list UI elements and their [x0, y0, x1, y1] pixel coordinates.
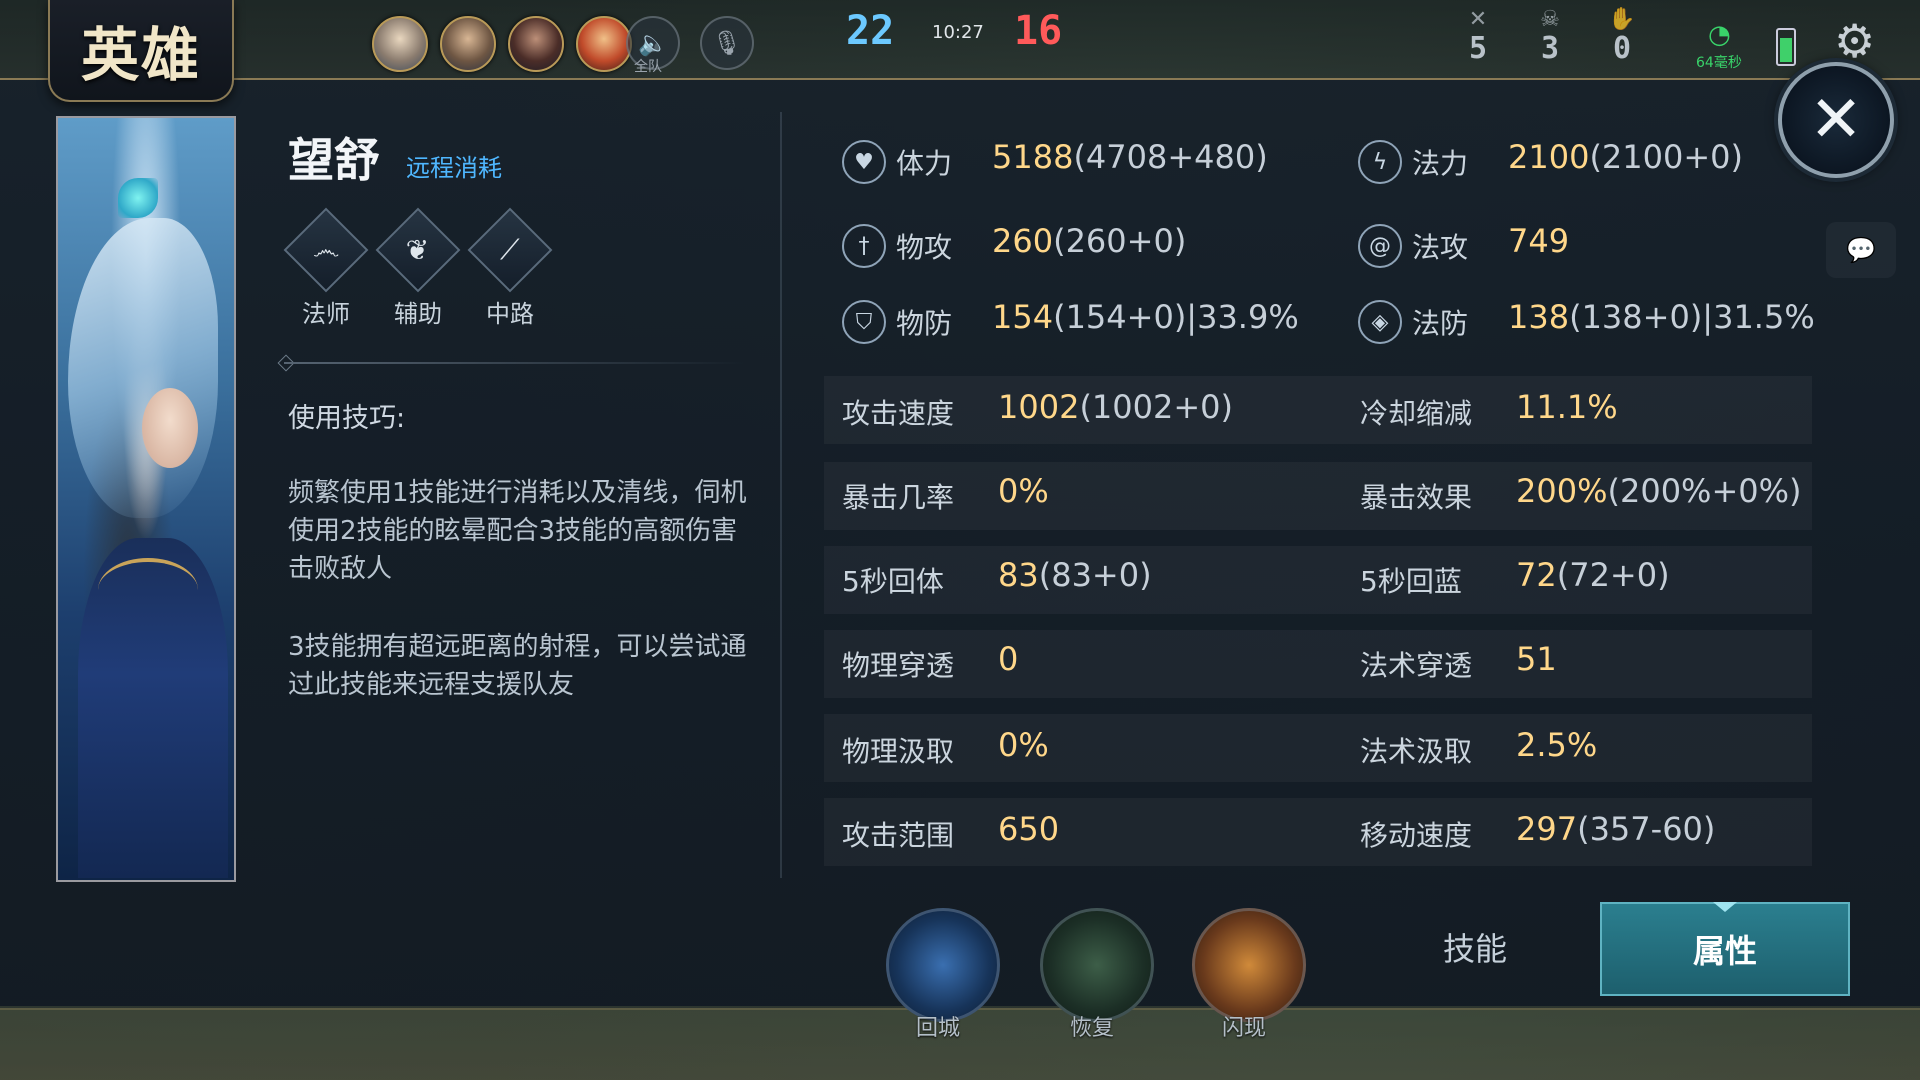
stat-label: 5秒回体	[842, 565, 944, 598]
stat-row	[824, 376, 1812, 444]
heart-icon: ♥	[842, 140, 886, 184]
stat-value: 51	[1516, 640, 1557, 678]
stat-label-hp: 体力	[896, 147, 953, 180]
stat-label-mana: 法力	[1412, 147, 1469, 180]
role-support: ❦ 辅助	[375, 207, 461, 329]
column-divider	[780, 112, 782, 878]
hero-roles: ෴ 法师 ❦ 辅助 ⟋ 中路	[283, 207, 553, 329]
top-hud: 🔈 全队 🎙 22 10:27 16 ✕ 5 ☠ 3 ✋ 0 ◔ 64毫秒 ⚙	[0, 0, 1920, 78]
stat-label: 攻击范围	[842, 819, 955, 852]
wifi-icon: ◔	[1708, 20, 1731, 50]
flash-skill-button[interactable]	[1192, 908, 1306, 1022]
support-icon: ❦	[375, 207, 461, 293]
hand-icon: ✋	[1608, 7, 1636, 32]
stat-label-magic-defense: 法防	[1412, 307, 1469, 340]
stat-label: 暴击几率	[842, 481, 955, 514]
hero-name: 望舒	[288, 133, 380, 187]
stat-value-magic-defense: 138(138+0)|31.5%	[1508, 298, 1815, 336]
tab-attributes[interactable]: 属性	[1600, 902, 1850, 996]
stat-value-hp: 5188(4708+480)	[992, 138, 1268, 176]
ally-portraits	[372, 16, 632, 72]
stat-label: 物理汲取	[842, 735, 955, 768]
recall-skill-button[interactable]	[886, 908, 1000, 1022]
stat-label-physical-defense: 物防	[896, 307, 953, 340]
panel-title-tab: 英雄	[48, 0, 234, 102]
game-timer: 10:27	[932, 22, 984, 43]
kills-stat: ✕ 5	[1460, 8, 1496, 66]
stat-value: 2.5%	[1516, 726, 1598, 764]
stat-value-physical-attack: 260(260+0)	[992, 222, 1187, 260]
stat-label: 物理穿透	[842, 649, 955, 682]
close-icon: ✕	[1809, 83, 1863, 157]
microphone-icon[interactable]: 🎙	[700, 16, 754, 70]
ally-avatar[interactable]	[372, 16, 428, 72]
stat-label: 暴击效果	[1360, 481, 1473, 514]
ally-avatar[interactable]	[440, 16, 496, 72]
team-score-red: 16	[1014, 8, 1063, 54]
lightning-icon: ϟ	[1358, 140, 1402, 184]
battery-icon	[1776, 28, 1796, 66]
stat-label: 移动速度	[1360, 819, 1473, 852]
ally-avatar[interactable]	[508, 16, 564, 72]
stat-label: 冷却缩减	[1360, 397, 1473, 430]
tip-paragraph: 频繁使用1技能进行消耗以及清线，伺机使用2技能的眩晕配合3技能的高额伤害击败敌人	[288, 478, 747, 584]
role-mage: ෴ 法师	[283, 207, 369, 329]
shield-icon: ⛉	[842, 300, 886, 344]
stat-value: 297(357-60)	[1516, 810, 1716, 848]
stat-row	[824, 630, 1812, 698]
stat-label-magic-attack: 法攻	[1412, 231, 1469, 264]
team-score-blue: 22	[846, 8, 895, 54]
stat-label: 5秒回蓝	[1360, 565, 1462, 598]
stat-value: 200%(200%+0%)	[1516, 472, 1802, 510]
deaths-stat: ☠ 3	[1532, 8, 1568, 66]
hero-portrait	[56, 116, 236, 882]
stat-value-mana: 2100(2100+0)	[1508, 138, 1744, 176]
sword-icon: †	[842, 224, 886, 268]
chat-icon[interactable]: 💬	[1826, 222, 1896, 278]
stat-value: 72(72+0)	[1516, 556, 1670, 594]
gear-icon[interactable]: ⚙	[1834, 14, 1875, 68]
role-mid-lane: ⟋ 中路	[467, 207, 553, 329]
tip-paragraph: 3技能拥有超远距离的射程，可以尝试通过此技能来远程支援队友	[288, 632, 747, 700]
stat-value: 11.1%	[1516, 388, 1618, 426]
recall-label: 回城	[916, 1016, 961, 1041]
stat-label-physical-attack: 物攻	[896, 231, 953, 264]
magic-shield-icon: ◈	[1358, 300, 1402, 344]
hero-tag: 远程消耗	[406, 154, 502, 182]
spiral-icon: @	[1358, 224, 1402, 268]
stat-row	[824, 714, 1812, 782]
network-latency: 64毫秒	[1696, 55, 1742, 71]
skull-icon: ☠	[1540, 7, 1560, 32]
ally-avatar[interactable]	[576, 16, 632, 72]
stat-label: 法术汲取	[1360, 735, 1473, 768]
stat-label: 法术穿透	[1360, 649, 1473, 682]
stat-value: 650	[998, 810, 1060, 848]
stat-value: 0	[998, 640, 1019, 678]
tab-skills[interactable]: 技能	[1392, 902, 1558, 992]
divider	[284, 362, 744, 364]
panel-title: 英雄	[80, 21, 201, 89]
stat-value: 83(83+0)	[998, 556, 1152, 594]
heal-label: 恢复	[1070, 1016, 1115, 1041]
heal-skill-button[interactable]	[1040, 908, 1154, 1022]
stat-value: 0%	[998, 726, 1049, 764]
crossed-swords-icon: ✕	[1468, 7, 1488, 32]
voice-channel-label: 全队	[634, 59, 662, 75]
close-button[interactable]: ✕	[1778, 62, 1894, 178]
stat-value-physical-defense: 154(154+0)|33.9%	[992, 298, 1299, 336]
mage-icon: ෴	[283, 207, 369, 293]
stat-value: 0%	[998, 472, 1049, 510]
stat-value: 1002(1002+0)	[998, 388, 1234, 426]
mid-lane-icon: ⟋	[467, 207, 553, 293]
stat-value-magic-attack: 749	[1508, 222, 1570, 260]
flash-label: 闪现	[1222, 1016, 1267, 1041]
tips-title: 使用技巧:	[288, 403, 406, 434]
assists-stat: ✋ 0	[1604, 8, 1640, 66]
stat-label: 攻击速度	[842, 397, 955, 430]
